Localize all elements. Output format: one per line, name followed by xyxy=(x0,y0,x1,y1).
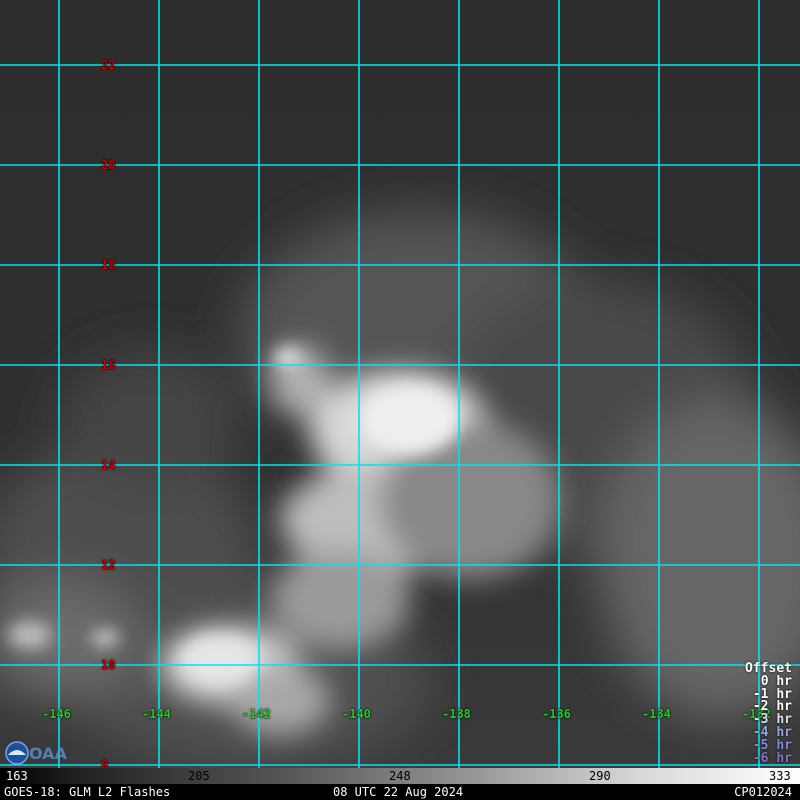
satellite-viewer: 22 20 18 16 14 12 10 8 -146 -144 -142 -140 -138 -136… xyxy=(0,0,800,800)
footer-timestamp: 08 UTC 22 Aug 2024 xyxy=(333,785,464,799)
footer-bar: GOES-18: GLM L2 Flashes 08 UTC 22 Aug 20… xyxy=(0,784,800,800)
latitude-label: 10 xyxy=(101,658,116,672)
longitude-label: -134 xyxy=(642,707,671,721)
longitude-label: -142 xyxy=(242,707,271,721)
longitude-label: -138 xyxy=(442,707,471,721)
footer-storm-id: CP012024 xyxy=(734,785,792,799)
time-offset-legend: Offset 0 hr -1 hr -2 hr -3 hr -4 hr -5 hr -6 h… xyxy=(745,662,792,766)
colorbar-tick-label: 333 xyxy=(769,769,791,783)
colorbar-tick-label: 290 xyxy=(589,769,611,783)
svg-text:OAA: OAA xyxy=(29,744,68,763)
longitude-label: -140 xyxy=(342,707,371,721)
legend-item: -6 hr xyxy=(752,750,792,766)
latitude-label: 22 xyxy=(101,58,116,72)
colorbar-tick-label: 163 xyxy=(6,769,28,783)
longitude-label: -146 xyxy=(42,707,71,721)
noaa-logo-icon: OAA xyxy=(5,741,68,765)
satellite-image xyxy=(0,0,800,768)
colorbar-tick-label: 205 xyxy=(188,769,210,783)
latitude-label: 12 xyxy=(101,558,116,572)
latitude-label: 20 xyxy=(101,158,116,172)
longitude-label: -144 xyxy=(142,707,171,721)
footer-satellite-product: GOES-18: GLM L2 Flashes xyxy=(4,785,171,799)
longitude-label: -136 xyxy=(542,707,571,721)
latitude-label: 16 xyxy=(101,358,116,372)
latitude-label: 18 xyxy=(101,258,116,272)
latitude-label: 14 xyxy=(101,458,116,472)
colorbar-tick-label: 248 xyxy=(389,769,411,783)
